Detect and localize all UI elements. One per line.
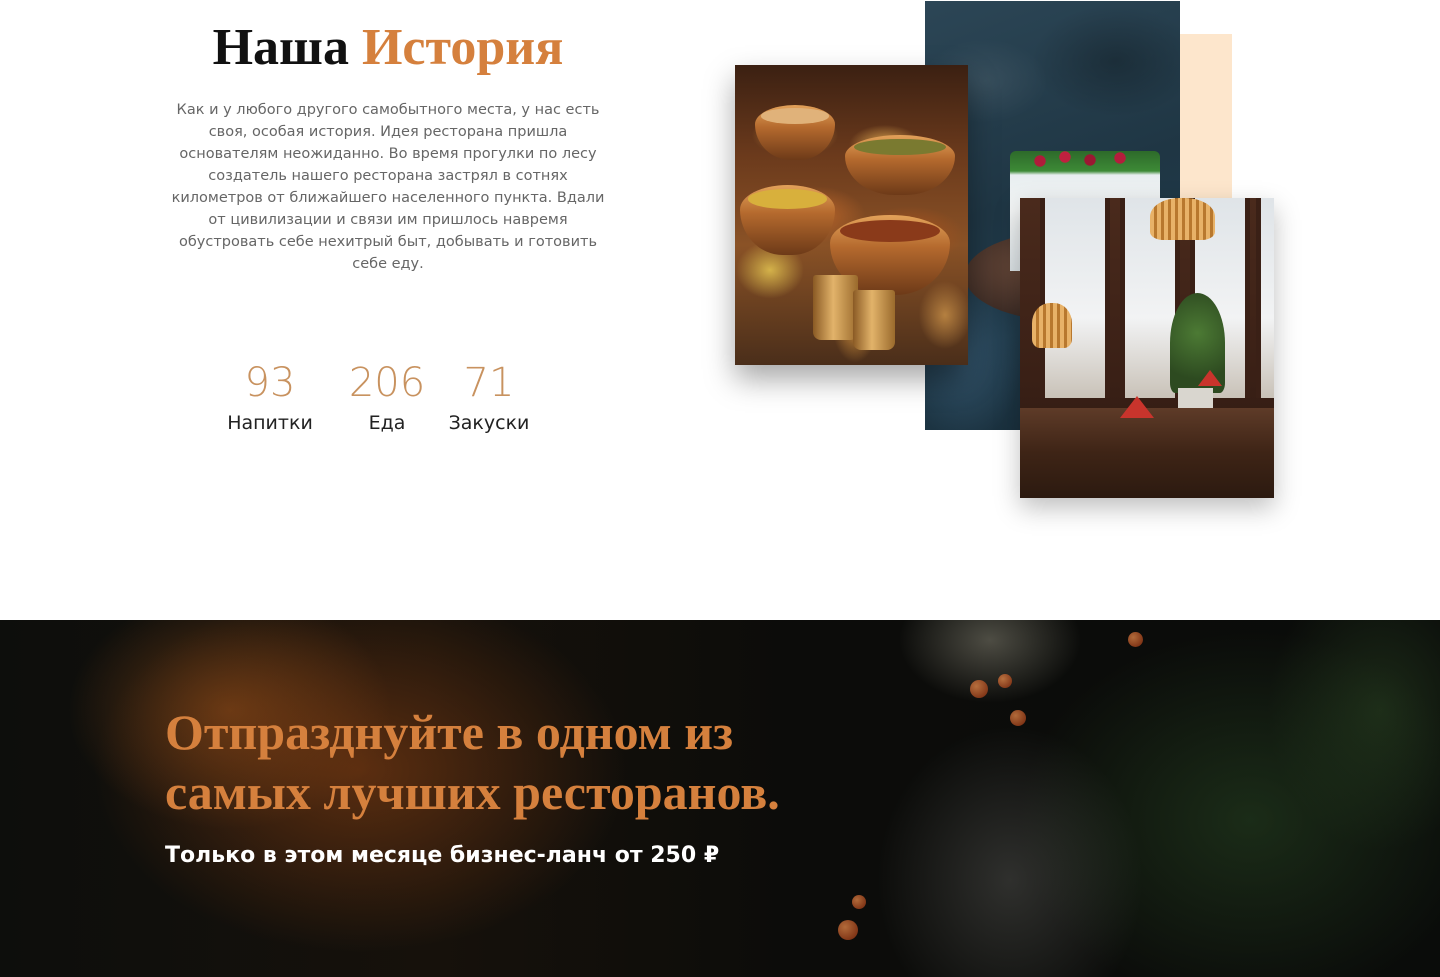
stat-food-label: Еда [368,412,406,434]
wicker-lamp-shape [1032,303,1072,348]
stats-counters: 93 Напитки 206 Еда 71 Закуски [210,358,550,448]
photo-restaurant-interior [1020,198,1274,498]
promo-subtitle: Только в этом месяце бизнес-ланч от 250 … [165,843,720,868]
history-section: Наша История Как и у любого другого само… [0,0,1440,620]
stat-food: 206 Еда [342,358,432,438]
stat-snacks: 71 Закуски [444,358,534,438]
decorative-berry [1128,632,1143,647]
decorative-berry [970,680,988,698]
promo-title-line2: самых лучших ресторанов. [165,764,780,820]
stat-drinks-label: Напитки [227,412,313,434]
decorative-berry [852,895,866,909]
promo-banner: Отпразднуйте в одном из самых лучших рес… [0,620,1440,977]
plant-shape [1170,293,1225,393]
history-title: Наша История [160,18,616,78]
promo-title: Отпразднуйте в одном из самых лучших рес… [165,702,925,822]
food-pot-shape [740,185,835,255]
table-shape [1020,408,1274,498]
wicker-lamp-shape [1150,198,1215,240]
stat-snacks-label: Закуски [448,412,530,434]
stat-snacks-value: 71 [463,360,515,406]
history-title-main: Наша [212,19,349,76]
brass-cup-shape [853,290,895,350]
decorative-berry [998,674,1012,688]
red-napkin-shape [1120,396,1154,418]
history-description: Как и у любого другого самобытного места… [171,102,605,272]
decorative-berry [1010,710,1026,726]
decorative-peach-block [1180,34,1232,204]
food-pot-shape [845,135,955,195]
window-shape [1040,198,1110,398]
brass-cup-shape [813,275,858,340]
stat-food-value: 206 [348,360,426,406]
window-shape [1256,198,1274,398]
promo-title-line1: Отпразднуйте в одном из [165,704,734,760]
history-title-accent: История [361,19,564,76]
photo-indian-food-pots [735,65,968,365]
decorative-berry [838,920,858,940]
stat-drinks: 93 Напитки [210,358,330,438]
stat-drinks-value: 93 [244,360,296,406]
food-pot-shape [755,105,835,160]
